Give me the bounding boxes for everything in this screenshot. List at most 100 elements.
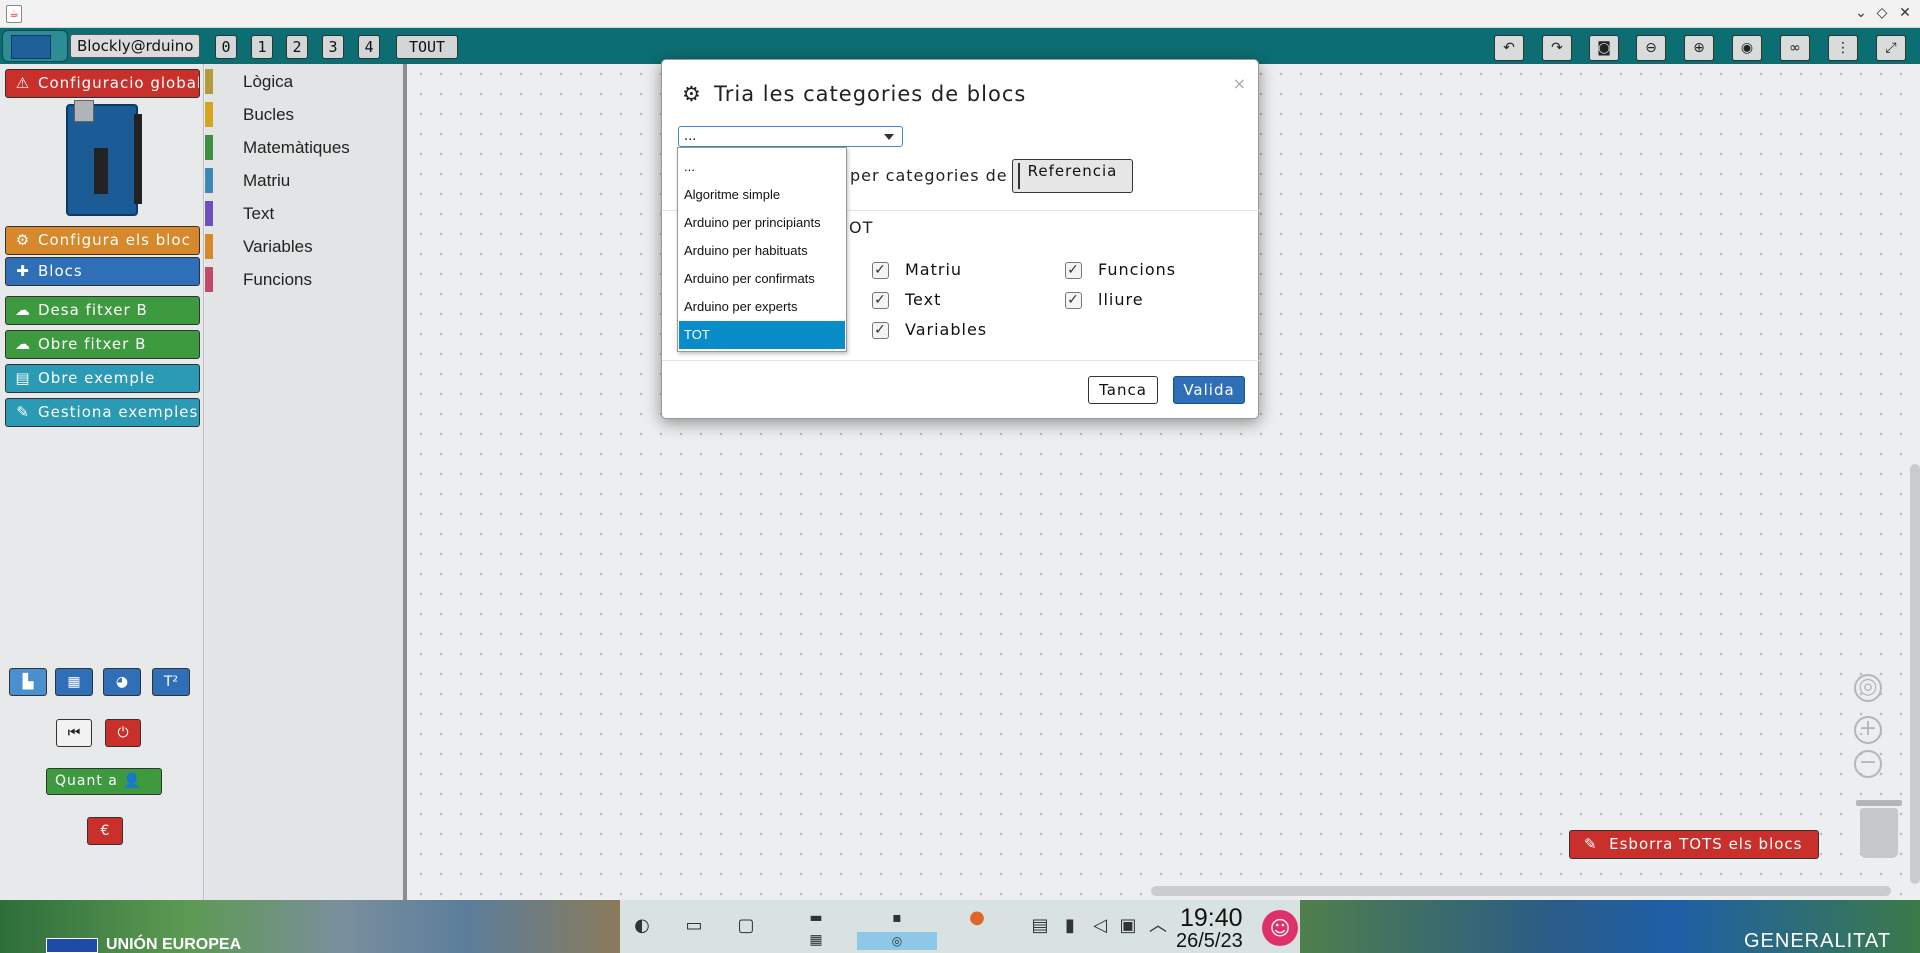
tot-checkbox-label: OT	[849, 218, 874, 237]
checkbox-text[interactable]: ✓ Text	[872, 290, 941, 309]
reference-label: per categories de	[850, 166, 1008, 185]
cloud-upload-icon: ☁	[15, 335, 31, 353]
category-math[interactable]: Matemàtiques	[205, 131, 403, 164]
reset-icon[interactable]: ⏮	[56, 719, 92, 747]
trash-icon[interactable]	[1856, 800, 1902, 858]
horizontal-scrollbar[interactable]	[1151, 886, 1891, 896]
blocks-button[interactable]: ✚ Blocs	[5, 257, 200, 286]
camera-icon[interactable]: ◙	[1589, 35, 1619, 61]
show-desktop-icon[interactable]: ▢	[734, 914, 758, 938]
link-icon[interactable]: ∞	[1780, 35, 1810, 61]
dropdown-option-selected[interactable]: TOT	[679, 321, 845, 349]
level-2-button[interactable]: 2	[286, 35, 308, 59]
terminal-icon[interactable]: ▪	[885, 906, 909, 930]
level-0-button[interactable]: 0	[215, 35, 237, 59]
open-example-button[interactable]: ▤ Obre exemple	[5, 364, 200, 393]
checkbox-matriu[interactable]: ✓ Matriu	[872, 260, 962, 279]
dropdown-option[interactable]: Algoritme simple	[679, 181, 845, 209]
dropdown-option[interactable]: Arduino per habituats	[679, 237, 845, 265]
eye-icon[interactable]: ◉	[1732, 35, 1762, 61]
clipboard-icon[interactable]: ▤	[1028, 914, 1052, 938]
network-icon[interactable]: ▣	[1116, 914, 1140, 938]
window-titlebar: ☕ ⌄ ◇ ✕	[0, 0, 1920, 28]
gears-icon: ⚙	[682, 82, 702, 106]
arduino-board-image	[60, 100, 144, 216]
file-manager-icon[interactable]: ▭	[682, 914, 706, 938]
checkbox-funcions[interactable]: ✓ Funcions	[1065, 260, 1176, 279]
calculator-icon[interactable]: ▦	[804, 928, 828, 952]
save-file-button[interactable]: ☁ Desa fitxer B	[5, 296, 200, 325]
check-icon[interactable]: ✓	[872, 292, 889, 309]
category-functions[interactable]: Funcions	[205, 263, 403, 296]
about-button[interactable]: Quant a 👤	[46, 768, 162, 795]
dropdown-option[interactable]: Arduino per confirmats	[679, 265, 845, 293]
validate-button[interactable]: Valida	[1173, 376, 1245, 404]
category-variables[interactable]: Variables	[205, 230, 403, 263]
minimize-window-icon[interactable]: ⌄	[1852, 4, 1870, 22]
check-icon[interactable]: ✓	[872, 262, 889, 279]
category-text[interactable]: Text	[205, 197, 403, 230]
app-menu-icon[interactable]: ◐	[630, 914, 654, 938]
undo-icon[interactable]: ↶	[1494, 35, 1524, 61]
volume-icon[interactable]: ◁	[1088, 914, 1112, 938]
divider	[662, 360, 1260, 361]
arduino-logo	[2, 30, 68, 62]
category-logic[interactable]: Lògica	[205, 65, 403, 98]
vertical-scrollbar[interactable]	[1910, 464, 1920, 884]
category-preset-select[interactable]: ...	[678, 126, 903, 147]
chevron-up-icon[interactable]: ︿	[1146, 914, 1170, 938]
palette-icon[interactable]: ◕	[103, 668, 141, 696]
dropdown-option[interactable]: ...	[679, 153, 845, 181]
usb-icon[interactable]: ▮	[1058, 914, 1082, 938]
level-3-button[interactable]: 3	[322, 35, 344, 59]
checkbox-variables[interactable]: ✓ Variables	[872, 320, 987, 339]
wrench-icon: ✎	[16, 403, 30, 421]
user-account-icon[interactable]: ☺	[1262, 910, 1298, 946]
redo-icon[interactable]: ↷	[1542, 35, 1572, 61]
clock-time: 19:40	[1180, 904, 1243, 932]
level-1-button[interactable]: 1	[251, 35, 273, 59]
zoom-in-icon[interactable]: ⊕	[1684, 35, 1714, 61]
fullscreen-icon[interactable]: ⤢	[1876, 35, 1906, 61]
open-file-button[interactable]: ☁ Obre fitxer B	[5, 330, 200, 359]
power-icon[interactable]: ⏻	[105, 719, 141, 747]
checkbox-lliure[interactable]: ✓ lliure	[1065, 290, 1144, 309]
arduino-task-icon[interactable]: ◎	[857, 932, 937, 950]
erase-all-blocks-button[interactable]: ✎ Esborra TOTS els blocs	[1569, 830, 1819, 859]
files-icon[interactable]: ▬	[804, 906, 828, 930]
check-icon[interactable]: ✓	[872, 322, 889, 339]
euro-button[interactable]: €	[87, 817, 123, 845]
category-loops[interactable]: Bucles	[205, 98, 403, 131]
user-icon: 👤	[123, 773, 142, 789]
level-tout-button[interactable]: TOUT	[396, 35, 458, 59]
eraser-icon: ✎	[1584, 835, 1598, 853]
check-icon[interactable]: ✓	[1065, 262, 1082, 279]
chevron-down-icon	[884, 134, 894, 140]
clock-date: 26/5/23	[1176, 930, 1243, 952]
close-window-icon[interactable]: ✕	[1896, 4, 1914, 22]
workspace-zoom-out-icon[interactable]: −	[1854, 750, 1882, 778]
category-array[interactable]: Matriu	[205, 164, 403, 197]
os-taskbar: UNIÓN EUROPEA ◐ ▭ ▢ ▬ ▦ ▪ ◎ ● ▤ ▮ ◁ ▣ ︿ …	[0, 900, 1920, 953]
check-icon[interactable]: ✓	[1065, 292, 1082, 309]
firefox-icon[interactable]: ●	[965, 906, 989, 930]
close-icon[interactable]: ×	[1233, 74, 1246, 93]
config-blocks-button[interactable]: ⚙ Configura els bloc	[5, 226, 200, 255]
chart-icon[interactable]: ▙	[9, 668, 47, 696]
restore-window-icon[interactable]: ◇	[1873, 4, 1891, 22]
reference-button[interactable]: Referencia	[1012, 159, 1133, 193]
zoom-out-icon[interactable]: ⊖	[1636, 35, 1666, 61]
recenter-icon[interactable]: ◎	[1854, 674, 1882, 702]
workspace-zoom-in-icon[interactable]: +	[1854, 716, 1882, 744]
dropdown-option[interactable]: Arduino per principiants	[679, 209, 845, 237]
grid-icon[interactable]: ▦	[55, 668, 93, 696]
level-4-button[interactable]: 4	[358, 35, 380, 59]
eu-label: UNIÓN EUROPEA	[106, 936, 242, 953]
manage-examples-button[interactable]: ✎ Gestiona exemples	[5, 398, 200, 427]
cancel-button[interactable]: Tanca	[1088, 376, 1158, 404]
config-global-button[interactable]: ⚠ Configuracio global	[5, 69, 200, 98]
text-size-icon[interactable]: T²	[152, 668, 190, 696]
warning-icon: ⚠	[15, 74, 31, 92]
more-vertical-icon[interactable]: ⋮	[1828, 35, 1858, 61]
dropdown-option[interactable]: Arduino per experts	[679, 293, 845, 321]
